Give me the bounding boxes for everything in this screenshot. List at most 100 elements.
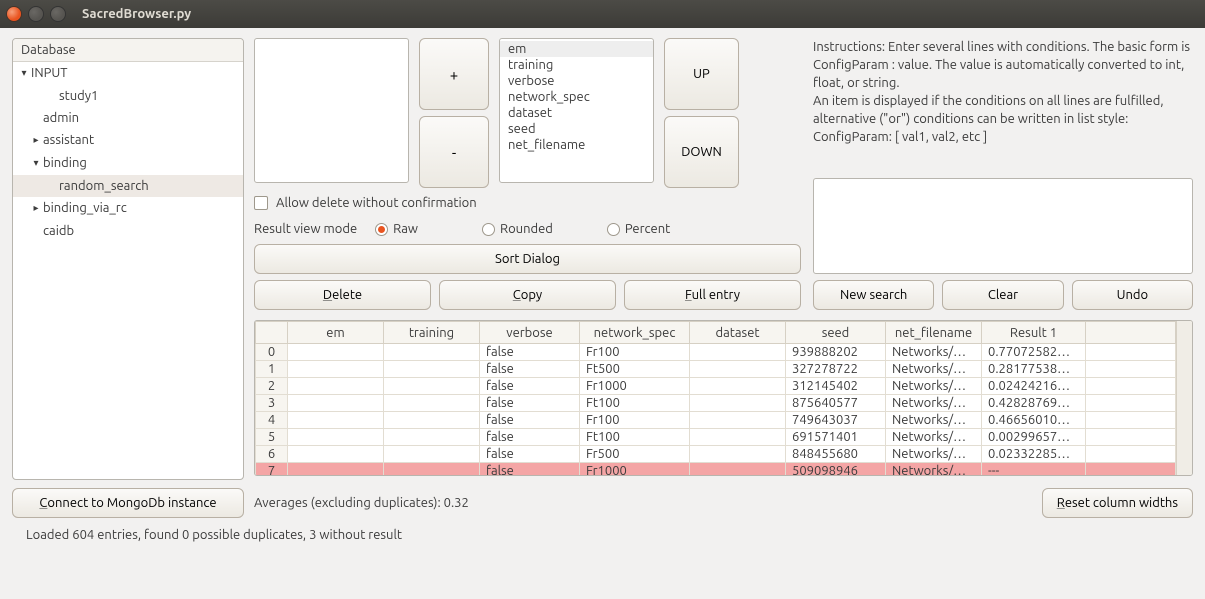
tree-item[interactable]: admin xyxy=(13,107,243,129)
mode-raw[interactable]: Raw xyxy=(375,222,418,236)
tree-item-label: caidb xyxy=(43,224,74,238)
table-row[interactable]: 2falseFr1000312145402Networks/…0.0242421… xyxy=(256,378,1176,395)
tree-item-label: admin xyxy=(43,111,79,125)
results-table[interactable]: emtrainingverbosenetwork_specdatasetseed… xyxy=(254,320,1193,476)
tree-item[interactable]: study1 xyxy=(13,85,243,107)
table-cell xyxy=(384,446,480,463)
table-cell xyxy=(288,429,384,446)
table-scrollbar[interactable] xyxy=(1176,321,1192,475)
chevron-down-icon[interactable]: ▾ xyxy=(31,154,41,172)
table-row[interactable]: 0falseFr100939888202Networks/…0.77072582… xyxy=(256,344,1176,361)
table-cell: false xyxy=(480,463,580,476)
tree-item[interactable]: ▸assistant xyxy=(13,129,243,152)
allow-delete-checkbox[interactable] xyxy=(254,196,268,210)
tree-item[interactable]: ▾INPUT xyxy=(13,62,243,85)
tree-item[interactable]: random_search xyxy=(13,175,243,197)
table-cell xyxy=(1086,412,1176,429)
table-row[interactable]: 7falseFr1000509098946Networks/…--- xyxy=(256,463,1176,476)
radio-icon[interactable] xyxy=(482,223,495,236)
undo-button[interactable]: Undo xyxy=(1072,280,1193,310)
table-cell: false xyxy=(480,446,580,463)
table-row[interactable]: 3falseFt100875640577Networks/…0.42828769… xyxy=(256,395,1176,412)
table-cell: Networks/… xyxy=(886,429,982,446)
full-entry-button[interactable]: Full entry xyxy=(624,280,801,310)
tree-item-label: assistant xyxy=(43,133,94,147)
table-cell: 691571401 xyxy=(786,429,886,446)
list-item[interactable]: verbose xyxy=(500,73,653,89)
tree-item[interactable]: ▸binding_via_rc xyxy=(13,197,243,220)
table-cell xyxy=(1086,463,1176,476)
table-header[interactable]: seed xyxy=(786,322,886,344)
titlebar: SacredBrowser.py xyxy=(0,0,1205,28)
move-down-button[interactable]: DOWN xyxy=(664,116,739,188)
database-tree[interactable]: ▾INPUTstudy1admin▸assistant▾bindingrando… xyxy=(13,62,243,479)
table-header[interactable]: net_filename xyxy=(886,322,982,344)
radio-icon[interactable] xyxy=(375,223,388,236)
table-cell xyxy=(690,446,786,463)
window-title: SacredBrowser.py xyxy=(82,7,191,21)
table-cell xyxy=(384,395,480,412)
minimize-icon[interactable] xyxy=(28,6,44,22)
table-row[interactable]: 6falseFr500848455680Networks/…0.02332285… xyxy=(256,446,1176,463)
tree-item[interactable]: caidb xyxy=(13,220,243,242)
table-cell: Networks/… xyxy=(886,446,982,463)
radio-icon[interactable] xyxy=(607,223,620,236)
add-column-button[interactable]: + xyxy=(419,38,489,110)
table-cell: 0.46656010… xyxy=(982,412,1086,429)
table-cell xyxy=(288,463,384,476)
filter-input[interactable] xyxy=(813,178,1193,274)
table-cell: 3 xyxy=(256,395,288,412)
table-header[interactable]: network_spec xyxy=(580,322,690,344)
table-cell xyxy=(1086,395,1176,412)
table-cell: Networks/… xyxy=(886,463,982,476)
table-row[interactable]: 4falseFr100749643037Networks/…0.46656010… xyxy=(256,412,1176,429)
table-header[interactable]: verbose xyxy=(480,322,580,344)
copy-button[interactable]: Copy xyxy=(439,280,616,310)
tree-item[interactable]: ▾binding xyxy=(13,152,243,175)
list-item[interactable]: net_filename xyxy=(500,137,653,153)
list-item[interactable]: network_spec xyxy=(500,89,653,105)
close-icon[interactable] xyxy=(6,6,22,22)
connect-button[interactable]: Connect to MongoDb instance xyxy=(12,488,244,518)
table-header[interactable]: Result 1 xyxy=(982,322,1086,344)
table-cell: 0.28177538… xyxy=(982,361,1086,378)
chevron-right-icon[interactable]: ▸ xyxy=(31,131,41,149)
clear-button[interactable]: Clear xyxy=(942,280,1063,310)
table-cell: 749643037 xyxy=(786,412,886,429)
table-cell: 875640577 xyxy=(786,395,886,412)
selected-columns-list[interactable]: emtrainingverbosenetwork_specdatasetseed… xyxy=(499,38,654,183)
table-cell: 0.77072582… xyxy=(982,344,1086,361)
chevron-down-icon[interactable]: ▾ xyxy=(19,64,29,82)
remove-column-button[interactable]: - xyxy=(419,116,489,188)
table-cell xyxy=(1086,378,1176,395)
table-header[interactable] xyxy=(256,322,288,344)
chevron-right-icon[interactable]: ▸ xyxy=(31,199,41,217)
mode-rounded[interactable]: Rounded xyxy=(482,222,553,236)
table-row[interactable]: 5falseFt100691571401Networks/…0.00299657… xyxy=(256,429,1176,446)
table-row[interactable]: 1falseFt500327278722Networks/…0.28177538… xyxy=(256,361,1176,378)
sort-dialog-button[interactable]: Sort Dialog xyxy=(254,244,801,274)
new-search-button[interactable]: New search xyxy=(813,280,934,310)
table-cell: Networks/… xyxy=(886,378,982,395)
delete-button[interactable]: Delete xyxy=(254,280,431,310)
list-item[interactable]: dataset xyxy=(500,105,653,121)
available-columns-list[interactable] xyxy=(254,38,409,183)
reset-widths-button[interactable]: Reset column widths xyxy=(1042,488,1193,518)
table-cell xyxy=(384,344,480,361)
table-header[interactable]: em xyxy=(288,322,384,344)
list-item[interactable]: em xyxy=(500,41,653,57)
table-header[interactable]: training xyxy=(384,322,480,344)
tree-item-label: random_search xyxy=(59,179,149,193)
move-up-button[interactable]: UP xyxy=(664,38,739,110)
mode-label: Result view mode xyxy=(254,222,357,236)
tree-item-label: binding_via_rc xyxy=(43,201,127,215)
table-cell xyxy=(1086,344,1176,361)
table-cell: 0.02332285… xyxy=(982,446,1086,463)
table-header-row: emtrainingverbosenetwork_specdatasetseed… xyxy=(256,322,1176,344)
table-cell: 509098946 xyxy=(786,463,886,476)
list-item[interactable]: seed xyxy=(500,121,653,137)
table-header[interactable]: dataset xyxy=(690,322,786,344)
mode-percent[interactable]: Percent xyxy=(607,222,670,236)
maximize-icon[interactable] xyxy=(50,6,66,22)
list-item[interactable]: training xyxy=(500,57,653,73)
